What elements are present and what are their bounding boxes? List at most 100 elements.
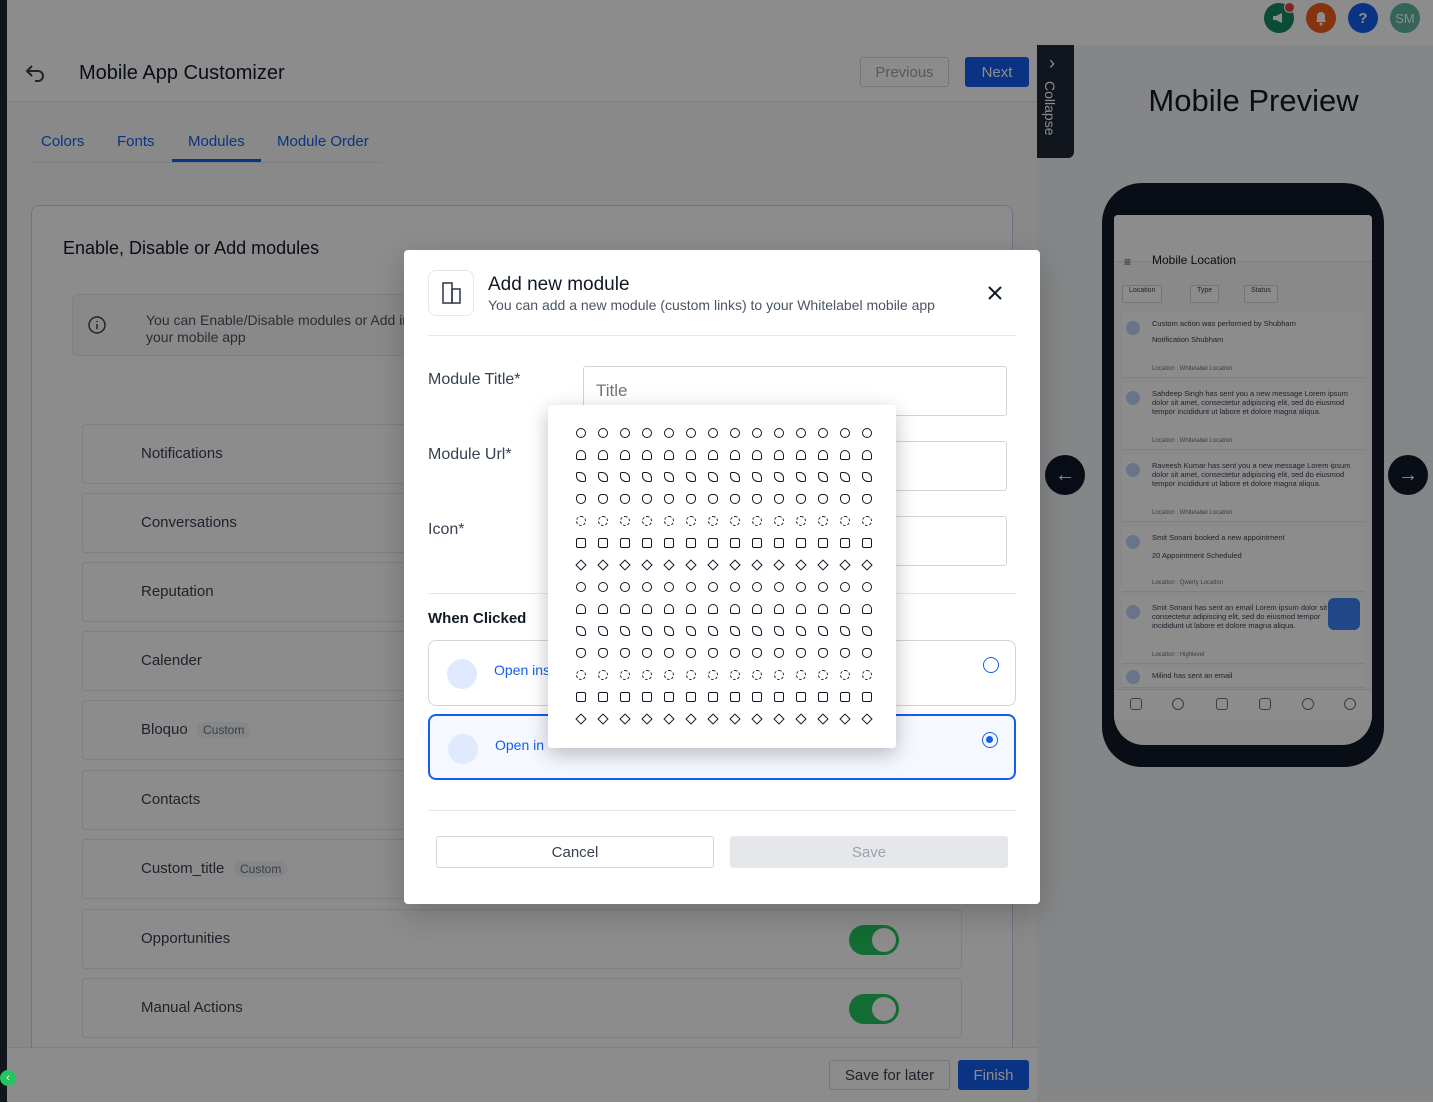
picker-icon[interactable] <box>570 422 592 444</box>
picker-icon[interactable] <box>658 510 680 532</box>
picker-icon[interactable] <box>614 598 636 620</box>
picker-icon[interactable] <box>592 422 614 444</box>
picker-icon[interactable] <box>768 422 790 444</box>
picker-icon[interactable] <box>592 444 614 466</box>
picker-icon[interactable] <box>680 664 702 686</box>
picker-icon[interactable] <box>768 532 790 554</box>
save-button[interactable]: Save <box>730 836 1008 868</box>
picker-icon[interactable] <box>614 642 636 664</box>
picker-icon[interactable] <box>592 576 614 598</box>
picker-icon[interactable] <box>746 620 768 642</box>
picker-icon[interactable] <box>702 620 724 642</box>
picker-icon[interactable] <box>790 664 812 686</box>
picker-icon[interactable] <box>746 598 768 620</box>
picker-icon[interactable] <box>636 532 658 554</box>
picker-icon[interactable] <box>768 620 790 642</box>
picker-icon[interactable] <box>680 510 702 532</box>
picker-icon[interactable] <box>614 576 636 598</box>
picker-icon[interactable] <box>856 532 878 554</box>
picker-icon[interactable] <box>592 510 614 532</box>
picker-icon[interactable] <box>680 422 702 444</box>
picker-icon[interactable] <box>702 598 724 620</box>
picker-icon[interactable] <box>702 554 724 576</box>
picker-icon[interactable] <box>834 466 856 488</box>
picker-icon[interactable] <box>592 620 614 642</box>
picker-icon[interactable] <box>614 708 636 730</box>
picker-icon[interactable] <box>658 708 680 730</box>
picker-icon[interactable] <box>768 488 790 510</box>
picker-icon[interactable] <box>658 576 680 598</box>
picker-icon[interactable] <box>658 488 680 510</box>
picker-icon[interactable] <box>856 510 878 532</box>
picker-icon[interactable] <box>790 488 812 510</box>
picker-icon[interactable] <box>570 466 592 488</box>
picker-icon[interactable] <box>856 488 878 510</box>
picker-icon[interactable] <box>790 532 812 554</box>
picker-icon[interactable] <box>812 422 834 444</box>
picker-icon[interactable] <box>812 642 834 664</box>
picker-icon[interactable] <box>658 686 680 708</box>
picker-icon[interactable] <box>768 576 790 598</box>
picker-icon[interactable] <box>856 444 878 466</box>
picker-icon[interactable] <box>746 686 768 708</box>
picker-icon[interactable] <box>724 422 746 444</box>
picker-icon[interactable] <box>856 598 878 620</box>
picker-icon[interactable] <box>834 576 856 598</box>
picker-icon[interactable] <box>724 532 746 554</box>
picker-icon[interactable] <box>812 488 834 510</box>
picker-icon[interactable] <box>636 620 658 642</box>
picker-icon[interactable] <box>768 510 790 532</box>
picker-icon[interactable] <box>834 686 856 708</box>
picker-icon[interactable] <box>724 664 746 686</box>
picker-icon[interactable] <box>724 686 746 708</box>
picker-icon[interactable] <box>680 708 702 730</box>
picker-icon[interactable] <box>658 598 680 620</box>
picker-icon[interactable] <box>790 686 812 708</box>
picker-icon[interactable] <box>834 664 856 686</box>
picker-icon[interactable] <box>570 576 592 598</box>
picker-icon[interactable] <box>636 686 658 708</box>
picker-icon[interactable] <box>680 532 702 554</box>
picker-icon[interactable] <box>592 642 614 664</box>
picker-icon[interactable] <box>592 488 614 510</box>
picker-icon[interactable] <box>636 664 658 686</box>
picker-icon[interactable] <box>856 708 878 730</box>
picker-icon[interactable] <box>812 620 834 642</box>
picker-icon[interactable] <box>746 576 768 598</box>
picker-icon[interactable] <box>812 598 834 620</box>
picker-icon[interactable] <box>658 620 680 642</box>
picker-icon[interactable] <box>790 576 812 598</box>
picker-icon[interactable] <box>614 422 636 444</box>
picker-icon[interactable] <box>636 510 658 532</box>
picker-icon[interactable] <box>570 664 592 686</box>
picker-icon[interactable] <box>812 708 834 730</box>
picker-icon[interactable] <box>790 510 812 532</box>
picker-icon[interactable] <box>724 598 746 620</box>
picker-icon[interactable] <box>702 708 724 730</box>
chevron-left-icon[interactable]: ‹ <box>0 1070 16 1086</box>
picker-icon[interactable] <box>812 510 834 532</box>
picker-icon[interactable] <box>680 598 702 620</box>
picker-icon[interactable] <box>614 510 636 532</box>
picker-icon[interactable] <box>746 488 768 510</box>
picker-icon[interactable] <box>768 598 790 620</box>
picker-icon[interactable] <box>702 642 724 664</box>
picker-icon[interactable] <box>680 620 702 642</box>
picker-icon[interactable] <box>834 708 856 730</box>
picker-icon[interactable] <box>768 708 790 730</box>
picker-icon[interactable] <box>746 444 768 466</box>
picker-icon[interactable] <box>636 422 658 444</box>
picker-icon[interactable] <box>570 554 592 576</box>
picker-icon[interactable] <box>702 488 724 510</box>
picker-icon[interactable] <box>790 598 812 620</box>
picker-icon[interactable] <box>768 444 790 466</box>
picker-icon[interactable] <box>702 532 724 554</box>
picker-icon[interactable] <box>856 422 878 444</box>
picker-icon[interactable] <box>680 686 702 708</box>
picker-icon[interactable] <box>680 554 702 576</box>
picker-icon[interactable] <box>592 554 614 576</box>
picker-icon[interactable] <box>570 532 592 554</box>
picker-icon[interactable] <box>790 422 812 444</box>
picker-icon[interactable] <box>614 444 636 466</box>
picker-icon[interactable] <box>856 686 878 708</box>
